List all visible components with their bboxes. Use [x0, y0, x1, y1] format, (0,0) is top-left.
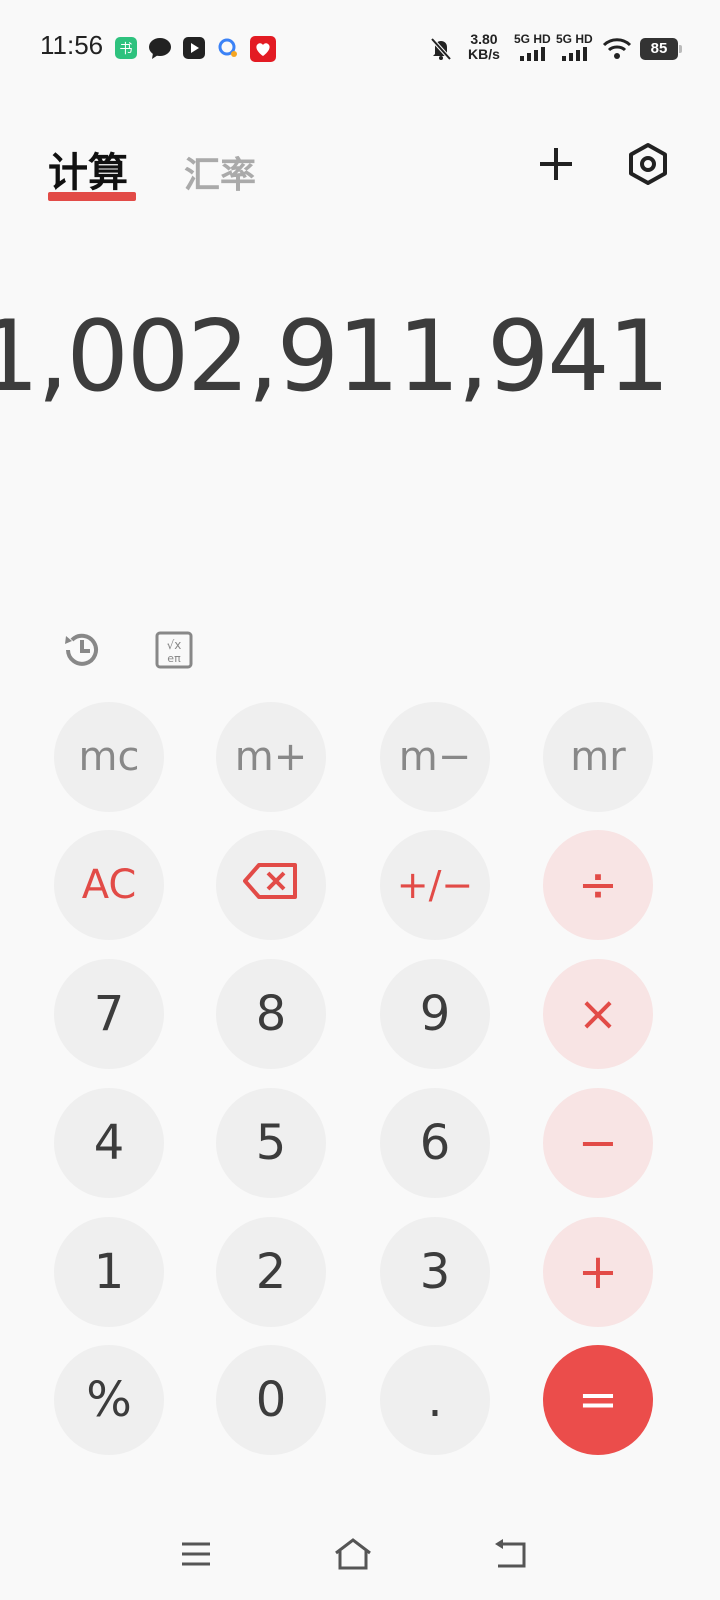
- sim1-signal-icon: [520, 46, 548, 65]
- battery-indicator: 85: [640, 38, 682, 60]
- history-button[interactable]: [56, 626, 108, 678]
- network-speed: 3.80 KB/s: [468, 32, 500, 62]
- equals-key[interactable]: =: [543, 1345, 653, 1455]
- back-arrow-icon: [492, 1538, 528, 1574]
- digit-2-key[interactable]: 2: [216, 1217, 326, 1327]
- sim2-signal-icon: [562, 46, 590, 65]
- sim2-label: 5G HD: [556, 32, 593, 46]
- wifi-icon: [602, 36, 632, 64]
- memory-subtract-key[interactable]: m−: [380, 702, 490, 812]
- settings-hexagon-icon: [626, 142, 670, 190]
- bell-muted-icon: [428, 36, 452, 61]
- svg-text:书: 书: [119, 42, 132, 57]
- digit-5-key[interactable]: 5: [216, 1088, 326, 1198]
- digit-6-key[interactable]: 6: [380, 1088, 490, 1198]
- negate-key[interactable]: +/−: [380, 830, 490, 940]
- digit-0-key[interactable]: 0: [216, 1345, 326, 1455]
- add-key[interactable]: +: [543, 1217, 653, 1327]
- home-button[interactable]: [333, 1536, 373, 1576]
- memory-clear-key[interactable]: mc: [54, 702, 164, 812]
- status-bar: 11:56 书 3.80 KB/s 5G HD 5G HD 85: [0, 0, 720, 96]
- multiply-key[interactable]: ×: [543, 959, 653, 1069]
- digit-3-key[interactable]: 3: [380, 1217, 490, 1327]
- net-speed-value: 3.80: [470, 31, 498, 47]
- chat-icon: [148, 36, 172, 60]
- red-app-icon: [250, 36, 276, 62]
- back-button[interactable]: [490, 1536, 530, 1576]
- svg-text:√x: √x: [167, 638, 182, 652]
- backspace-key[interactable]: [216, 830, 326, 940]
- memory-recall-key[interactable]: mr: [543, 702, 653, 812]
- backspace-icon: [241, 857, 301, 913]
- all-clear-key[interactable]: AC: [54, 830, 164, 940]
- recent-apps-button[interactable]: [176, 1536, 216, 1576]
- digit-9-key[interactable]: 9: [380, 959, 490, 1069]
- result-display: 1,002,911,941: [0, 300, 670, 414]
- subtract-key[interactable]: −: [543, 1088, 653, 1198]
- cloud-app-icon: [216, 36, 240, 60]
- tab-calculate[interactable]: 计算: [48, 140, 128, 198]
- percent-key[interactable]: %: [54, 1345, 164, 1455]
- home-icon: [333, 1537, 373, 1575]
- video-play-icon: [182, 36, 206, 60]
- svg-text:eπ: eπ: [167, 652, 181, 665]
- digit-1-key[interactable]: 1: [54, 1217, 164, 1327]
- book-app-icon: 书: [114, 36, 138, 60]
- decimal-point-key[interactable]: .: [380, 1345, 490, 1455]
- settings-button[interactable]: [622, 140, 674, 192]
- digit-8-key[interactable]: 8: [216, 959, 326, 1069]
- menu-lines-icon: [179, 1540, 213, 1572]
- digit-7-key[interactable]: 7: [54, 959, 164, 1069]
- minimize-window-button[interactable]: [530, 140, 582, 192]
- collapse-icon: [536, 144, 576, 188]
- net-speed-unit: KB/s: [468, 46, 500, 62]
- divide-key[interactable]: ÷: [543, 830, 653, 940]
- scientific-function-icon: √x eπ: [154, 630, 194, 674]
- scientific-mode-button[interactable]: √x eπ: [148, 626, 200, 678]
- status-time: 11:56: [40, 30, 104, 60]
- memory-add-key[interactable]: m+: [216, 702, 326, 812]
- tab-exchange-rate[interactable]: 汇率: [184, 146, 256, 198]
- history-icon: [59, 627, 105, 677]
- active-tab-indicator: [48, 192, 136, 201]
- sim1-label: 5G HD: [514, 32, 551, 46]
- digit-4-key[interactable]: 4: [54, 1088, 164, 1198]
